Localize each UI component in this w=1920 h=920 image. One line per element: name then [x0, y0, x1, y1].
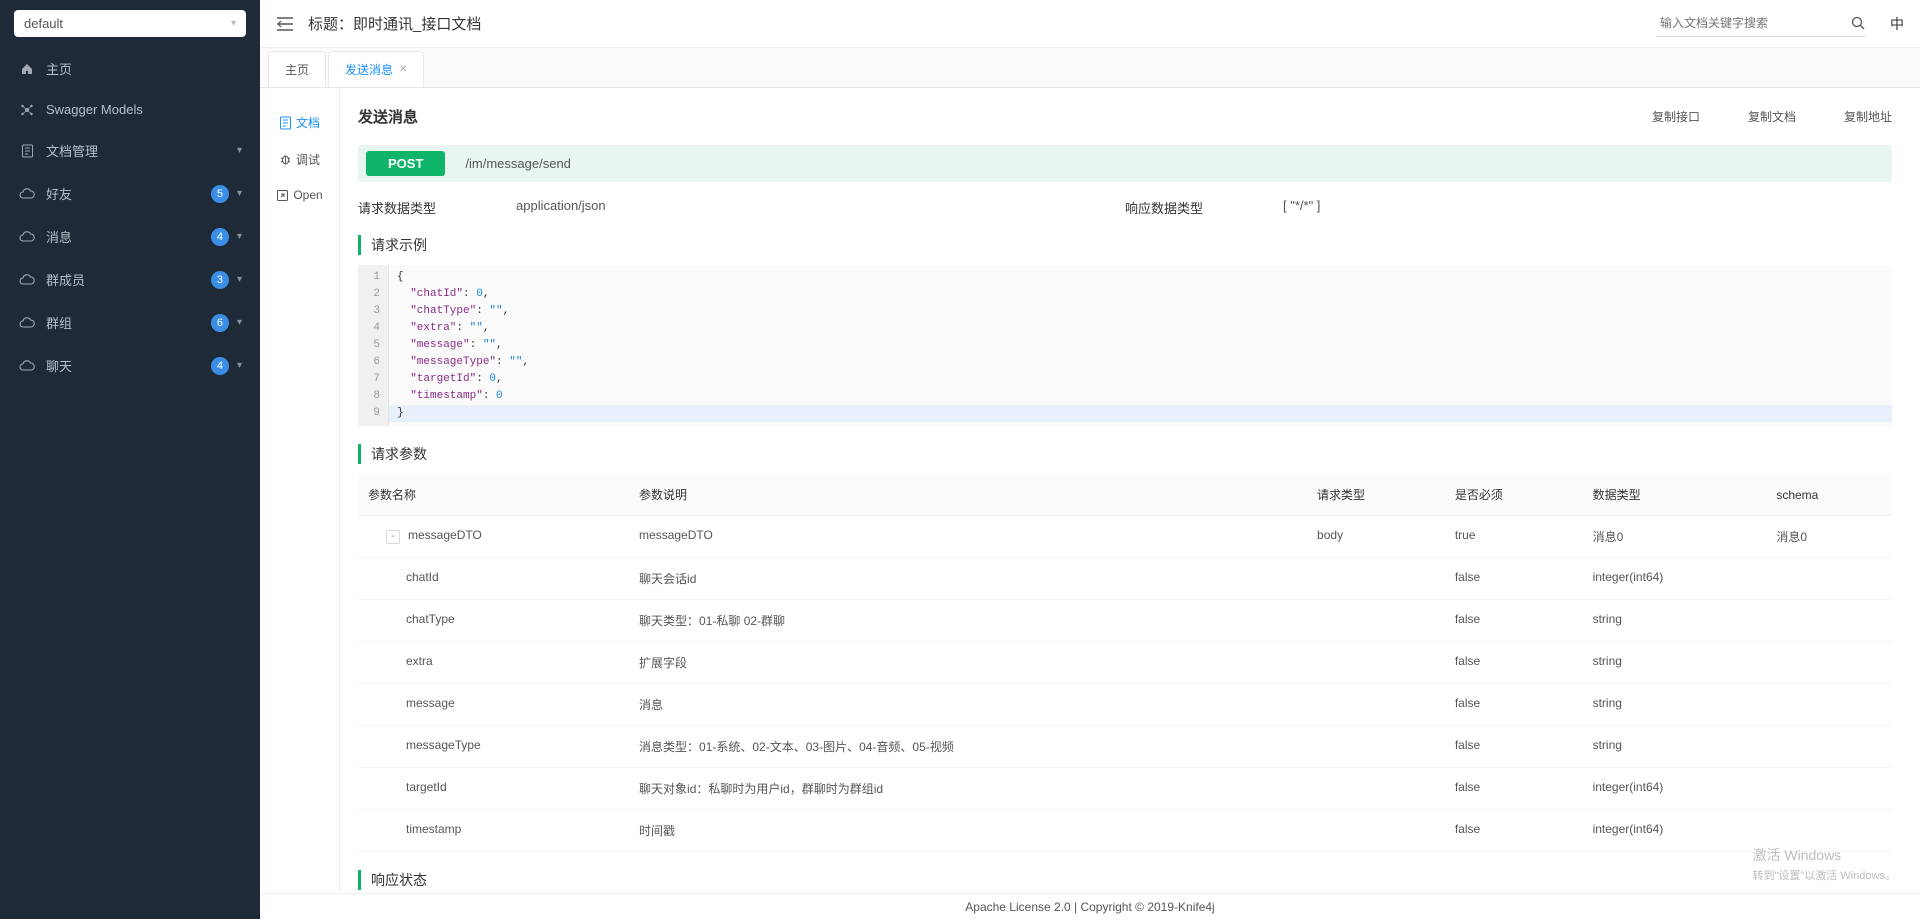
request-example: 123456789 { "chatId": 0, "chatType": "",…	[358, 265, 1892, 426]
table-header: 数据类型	[1583, 474, 1767, 516]
tab-label: 主页	[285, 61, 309, 78]
language-button[interactable]: 中	[1890, 14, 1904, 34]
rail-item-label: Open	[293, 188, 322, 202]
rail-item-调试[interactable]: 调试	[260, 141, 339, 178]
count-badge: 4	[211, 228, 229, 246]
sidebar-item-6[interactable]: 群组6 ▾	[0, 301, 260, 344]
sidebar-item-1[interactable]: Swagger Models	[0, 90, 260, 129]
sidebar-item-label: 群组	[46, 313, 211, 332]
open-icon	[276, 189, 289, 202]
count-badge: 3	[211, 271, 229, 289]
api-title: 发送消息	[358, 106, 1652, 127]
param-row: message消息falsestring	[358, 684, 1892, 726]
param-row: chatType聊天类型：01-私聊 02-群聊falsestring	[358, 600, 1892, 642]
table-header: 请求类型	[1307, 474, 1445, 516]
chevron-down-icon: ▾	[237, 360, 242, 371]
bug-icon	[279, 153, 292, 166]
tabs-bar: 主页 发送消息 ✕	[260, 48, 1920, 88]
page-title: 标题：即时通讯_接口文档	[308, 13, 1642, 34]
param-row: messageType消息类型：01-系统、02-文本、03-图片、04-音频、…	[358, 726, 1892, 768]
sidebar-menu: 主页Swagger Models文档管理▾好友5▾消息4▾群成员3▾群组6▾聊天…	[0, 47, 260, 919]
tab-label: 发送消息	[345, 61, 393, 78]
model-icon	[18, 103, 36, 117]
param-row: timestamp时间戳falseinteger(int64)	[358, 810, 1892, 852]
sidebar-item-3[interactable]: 好友5 ▾	[0, 172, 260, 215]
sidebar: default ▾ 主页Swagger Models文档管理▾好友5▾消息4▾群…	[0, 0, 260, 919]
req-type-value: application/json	[516, 198, 606, 217]
count-badge: 4	[211, 357, 229, 375]
collapse-sidebar-button[interactable]	[276, 16, 294, 32]
group-selector-value: default	[24, 16, 63, 31]
chevron-down-icon: ▾	[237, 188, 242, 199]
rail-item-open[interactable]: Open	[260, 178, 339, 212]
req-type-label: 请求数据类型	[358, 198, 436, 217]
cloud-icon	[18, 274, 36, 286]
count-badge: 5	[211, 185, 229, 203]
footer-brand-link[interactable]: Knife4j	[1178, 900, 1215, 914]
count-badge: 6	[211, 314, 229, 332]
params-table: 参数名称参数说明请求类型是否必须数据类型schema -messageDTOme…	[358, 474, 1892, 852]
sidebar-item-label: 主页	[46, 59, 242, 78]
chevron-down-icon: ▾	[237, 231, 242, 242]
action-rail: 文档调试 Open	[260, 88, 340, 919]
method-badge: POST	[366, 151, 445, 176]
cloud-icon	[18, 231, 36, 243]
cloud-icon	[18, 317, 36, 329]
sidebar-item-label: 好友	[46, 184, 211, 203]
chevron-down-icon: ▾	[237, 317, 242, 328]
search-icon[interactable]	[1851, 16, 1866, 31]
table-header: 参数名称	[358, 474, 629, 516]
doc-icon	[279, 116, 292, 130]
home-icon	[18, 62, 36, 76]
doc-action-1[interactable]: 复制文档	[1748, 108, 1796, 125]
table-header: 是否必须	[1445, 474, 1583, 516]
rail-item-label: 文档	[296, 114, 320, 131]
section-params-title: 请求参数	[358, 444, 1892, 464]
chevron-down-icon: ▾	[237, 145, 242, 156]
section-example-title: 请求示例	[358, 235, 1892, 255]
cloud-icon	[18, 188, 36, 200]
doc-icon	[18, 144, 36, 158]
footer: Apache License 2.0 | Copyright © 2019-Kn…	[260, 893, 1920, 919]
sidebar-item-label: 文档管理	[46, 141, 237, 160]
method-row: POST /im/message/send	[358, 145, 1892, 182]
sidebar-item-2[interactable]: 文档管理▾	[0, 129, 260, 172]
api-path: /im/message/send	[465, 156, 571, 171]
param-row: -messageDTOmessageDTObodytrue消息0消息0	[358, 516, 1892, 558]
chevron-down-icon: ▾	[231, 18, 236, 29]
sidebar-item-label: 群成员	[46, 270, 211, 289]
table-header: schema	[1766, 474, 1892, 516]
sidebar-item-5[interactable]: 群成员3 ▾	[0, 258, 260, 301]
rail-item-label: 调试	[296, 151, 320, 168]
doc-action-0[interactable]: 复制接口	[1652, 108, 1700, 125]
sidebar-item-label: 消息	[46, 227, 211, 246]
close-icon[interactable]: ✕	[399, 64, 407, 75]
param-row: extra扩展字段falsestring	[358, 642, 1892, 684]
section-response-title: 响应状态	[358, 870, 1892, 890]
tab-1[interactable]: 发送消息 ✕	[328, 51, 424, 87]
doc-panel: 发送消息 复制接口复制文档复制地址 POST /im/message/send …	[340, 88, 1920, 919]
rail-item-文档[interactable]: 文档	[260, 104, 339, 141]
search-input[interactable]	[1656, 10, 1847, 36]
param-row: targetId聊天对象id：私聊时为用户id，群聊时为群组idfalseint…	[358, 768, 1892, 810]
res-type-label: 响应数据类型	[1125, 198, 1203, 217]
chevron-down-icon: ▾	[237, 274, 242, 285]
expand-toggle[interactable]: -	[386, 530, 400, 544]
top-bar: 标题：即时通讯_接口文档 中	[260, 0, 1920, 48]
doc-action-2[interactable]: 复制地址	[1844, 108, 1892, 125]
sidebar-item-4[interactable]: 消息4 ▾	[0, 215, 260, 258]
res-type-value: [ "*/*" ]	[1283, 198, 1320, 217]
tab-0[interactable]: 主页	[268, 51, 326, 87]
param-row: chatId聊天会话idfalseinteger(int64)	[358, 558, 1892, 600]
sidebar-item-label: 聊天	[46, 356, 211, 375]
sidebar-item-label: Swagger Models	[46, 102, 242, 117]
sidebar-item-0[interactable]: 主页	[0, 47, 260, 90]
sidebar-item-7[interactable]: 聊天4 ▾	[0, 344, 260, 387]
cloud-icon	[18, 360, 36, 372]
search-box	[1656, 10, 1866, 37]
doc-actions: 复制接口 复制文档 复制地址	[1652, 108, 1892, 125]
group-selector[interactable]: default ▾	[14, 10, 246, 37]
table-header: 参数说明	[629, 474, 1307, 516]
